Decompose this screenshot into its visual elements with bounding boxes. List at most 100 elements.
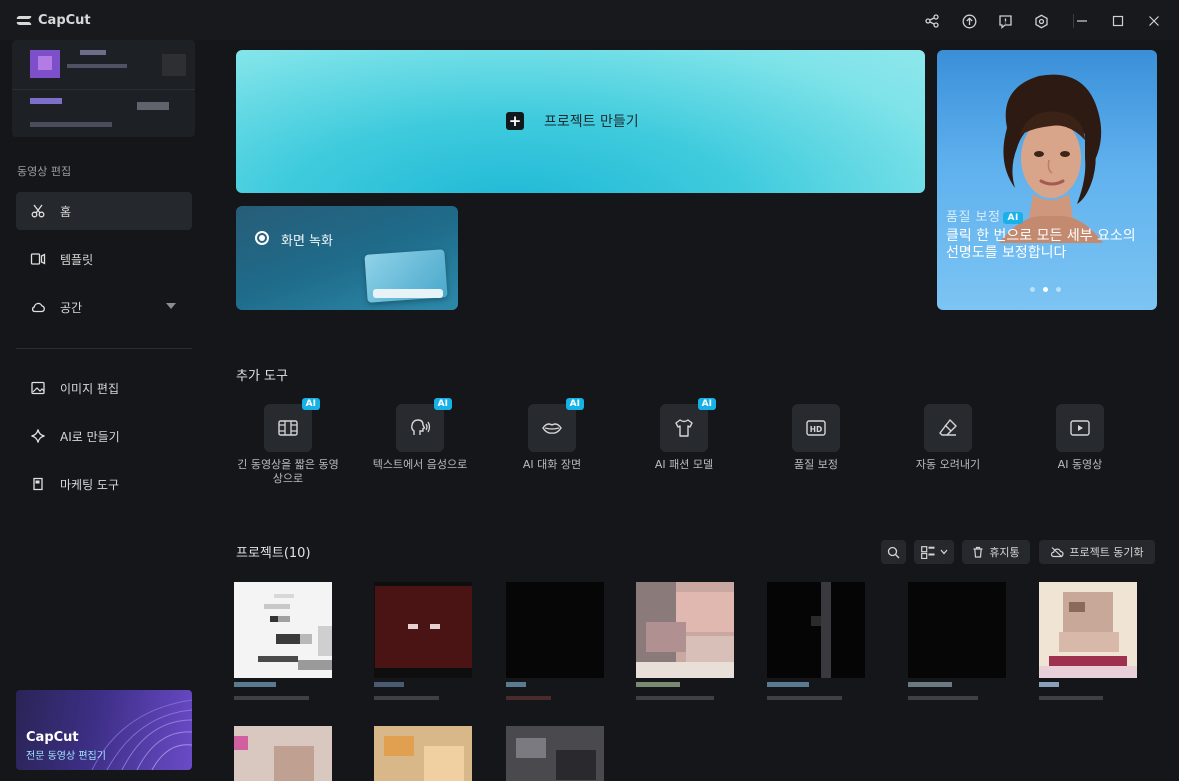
feature-banner[interactable]: 품질 보정 AI 클릭 한 번으로 모든 세부 요소의 선명도를 보정합니다 [937, 50, 1157, 310]
account-card[interactable] [12, 40, 195, 137]
projects-title: 프로젝트(10) [236, 546, 311, 561]
sidebar-item-label: 마케팅 도구 [60, 477, 120, 492]
project-meta [506, 682, 586, 702]
ai-badge: AI [433, 398, 452, 410]
close-icon[interactable] [1145, 12, 1163, 30]
maximize-icon[interactable] [1109, 12, 1127, 30]
settings-icon[interactable] [1032, 12, 1050, 30]
promo-title: CapCut [26, 730, 79, 745]
trash-label: 휴지통 [989, 546, 1020, 559]
account-id-blur [67, 64, 127, 68]
account-badge-blur [162, 54, 186, 76]
promo-banner[interactable]: CapCut 전문 동영상 편집기 [16, 690, 192, 770]
tool-long-to-short[interactable]: AI 긴 동영상을 짧은 동영상으로 [233, 398, 343, 486]
grid-view-icon [920, 545, 934, 559]
tool-label: AI 동영상 [1057, 458, 1103, 471]
project-thumbnail[interactable] [234, 582, 332, 678]
minimize-icon[interactable] [1073, 12, 1091, 30]
project-thumbnail[interactable] [1039, 582, 1137, 678]
tool-label: 긴 동영상을 짧은 동영상으로 [237, 458, 339, 485]
tool-text-to-speech[interactable]: AI 텍스트에서 음성으로 [365, 398, 475, 472]
speaking-head-icon: AI [396, 398, 452, 452]
share-icon[interactable] [923, 12, 941, 30]
sidebar-item-label: AI로 만들기 [60, 429, 120, 444]
ai-badge: AI [301, 398, 320, 410]
project-thumbnail[interactable] [374, 726, 472, 781]
feedback-icon[interactable] [996, 12, 1014, 30]
project-thumbnail[interactable] [506, 582, 604, 678]
banner-title-text: 품질 보정 [946, 210, 1001, 225]
tool-ai-dialogue[interactable]: AI AI 대화 장면 [497, 398, 607, 472]
template-icon [30, 251, 46, 267]
tool-quality-enhance[interactable]: HD 품질 보정 [761, 404, 871, 472]
tool-auto-cutout[interactable]: 자동 오려내기 [893, 404, 1003, 472]
project-thumbnail[interactable] [767, 582, 865, 678]
capcut-logo-icon [16, 14, 32, 28]
sidebar-item-space[interactable]: 공간 [16, 288, 192, 326]
project-meta [1039, 682, 1119, 702]
create-project-label: 프로젝트 만들기 [544, 114, 639, 130]
sidebar-item-templates[interactable]: 템플릿 [16, 240, 192, 278]
carousel-dots [1030, 287, 1061, 292]
project-thumbnail[interactable] [374, 582, 472, 678]
sidebar: 동영상 편집 홈 템플릿 공간 이미지 편집 AI로 만들기 마케팅 도구 Ca… [0, 40, 210, 781]
capcut-window: CapCut 동영상 편집 홈 템플릿 공간 이미지 편집 AI로 만들기 마케… [0, 0, 1179, 781]
cloud-icon [30, 299, 46, 315]
banner-title: 품질 보정 AI [946, 206, 1023, 225]
tool-label: AI 대화 장면 [522, 458, 582, 471]
plan-info-blur [30, 122, 112, 127]
banner-description: 클릭 한 번으로 모든 세부 요소의 선명도를 보정합니다 [946, 228, 1136, 261]
hd-icon: HD [792, 404, 840, 452]
tool-label: 텍스트에서 음성으로 [372, 458, 468, 471]
sync-projects-button[interactable]: 프로젝트 동기화 [1039, 540, 1155, 564]
promo-subtitle: 전문 동영상 편집기 [26, 751, 106, 762]
plan-status-blur [137, 102, 169, 110]
tool-ai-fashion-model[interactable]: AI AI 패션 모델 [629, 398, 739, 472]
video-play-icon [1056, 404, 1104, 452]
plus-icon: + [506, 112, 524, 130]
screen-record-toolbar-graphic [373, 289, 443, 298]
app-name: CapCut [38, 13, 91, 28]
chevron-down-icon [940, 549, 947, 555]
project-thumbnail[interactable] [636, 582, 734, 678]
upload-icon[interactable] [960, 12, 978, 30]
project-thumbnail[interactable] [908, 582, 1006, 678]
tool-ai-video[interactable]: AI 동영상 [1025, 404, 1135, 472]
project-meta [374, 682, 454, 702]
sidebar-item-ai-create[interactable]: AI로 만들기 [16, 417, 192, 455]
carousel-dot[interactable] [1030, 287, 1035, 292]
project-meta [767, 682, 847, 702]
sidebar-item-marketing[interactable]: 마케팅 도구 [16, 465, 192, 503]
trash-button[interactable]: 휴지통 [962, 540, 1030, 564]
sync-projects-label: 프로젝트 동기화 [1069, 546, 1144, 559]
carousel-dot[interactable] [1056, 287, 1061, 292]
ai-badge: AI [565, 398, 584, 410]
tool-label: 자동 오려내기 [915, 458, 981, 471]
project-meta [636, 682, 716, 702]
create-project-card[interactable]: + 프로젝트 만들기 [236, 50, 925, 193]
eraser-icon [924, 404, 972, 452]
title-bar: CapCut [0, 0, 1179, 40]
account-name-blur [80, 50, 106, 55]
project-thumbnail[interactable] [234, 726, 332, 781]
chevron-down-icon[interactable] [166, 303, 176, 309]
carousel-dot-active[interactable] [1043, 287, 1048, 292]
project-thumbnail[interactable] [506, 726, 604, 781]
svg-text:HD: HD [810, 425, 823, 434]
record-icon [255, 231, 269, 245]
trash-icon [973, 546, 983, 558]
search-icon [887, 546, 900, 558]
sidebar-item-image-edit[interactable]: 이미지 편집 [16, 369, 192, 407]
sparkle-icon [30, 428, 46, 444]
ai-badge: AI [697, 398, 716, 410]
screen-record-card[interactable]: 화면 녹화 [236, 206, 458, 310]
search-button[interactable] [881, 540, 906, 564]
image-icon [30, 380, 46, 396]
sidebar-divider [16, 348, 192, 349]
marketing-icon [30, 476, 46, 492]
sidebar-item-home[interactable]: 홈 [16, 192, 192, 230]
app-logo: CapCut [16, 13, 91, 28]
scissors-icon [30, 203, 46, 219]
ai-badge: AI [1003, 211, 1023, 224]
view-toggle-button[interactable] [914, 540, 954, 564]
